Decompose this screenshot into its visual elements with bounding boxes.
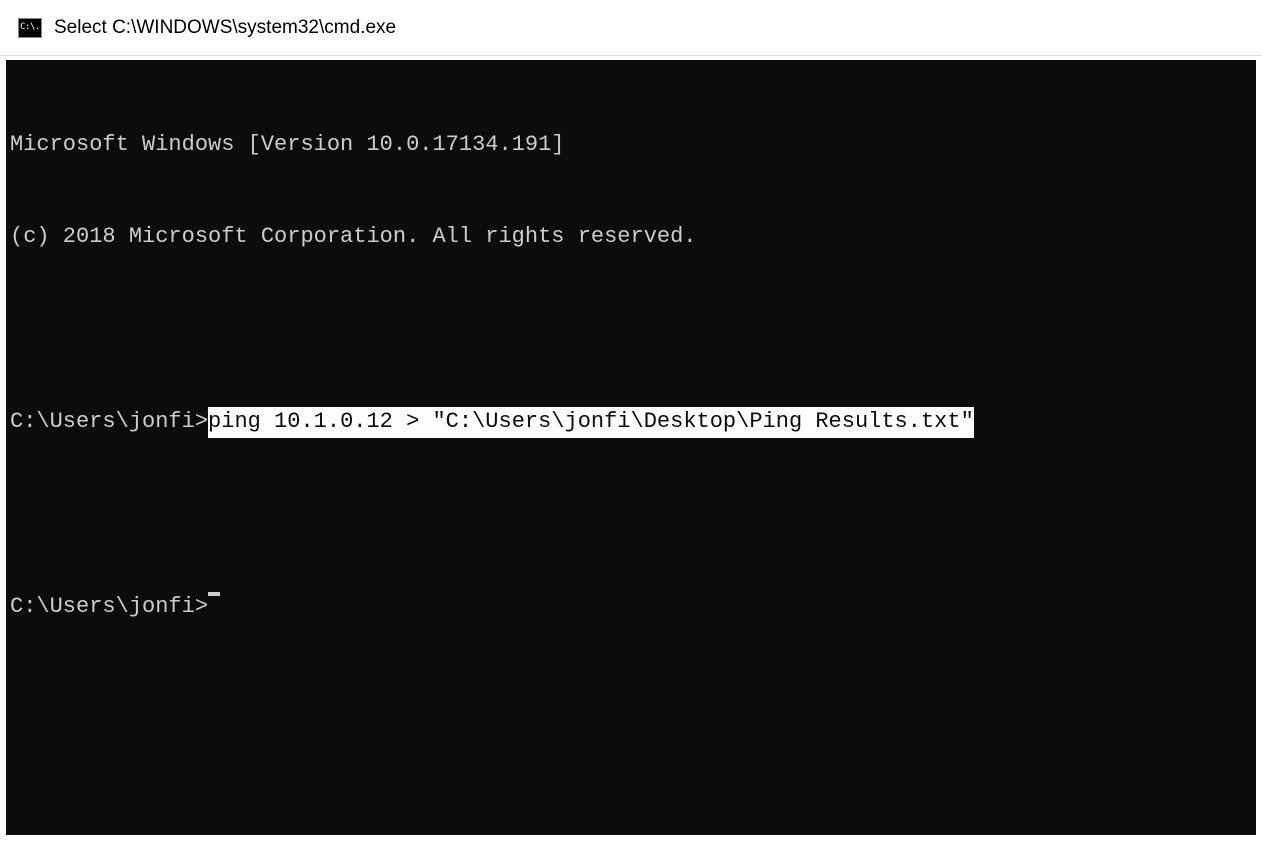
terminal-area[interactable]: Microsoft Windows [Version 10.0.17134.19… xyxy=(0,56,1262,841)
banner-line-2: (c) 2018 Microsoft Corporation. All righ… xyxy=(10,222,1252,253)
cmd-window: C:\. Select C:\WINDOWS\system32\cmd.exe … xyxy=(0,0,1262,841)
prompt-2-path: C:\Users\jonfi> xyxy=(10,592,208,623)
title-bar[interactable]: C:\. Select C:\WINDOWS\system32\cmd.exe xyxy=(0,0,1262,56)
prompt-1-command-selected[interactable]: ping 10.1.0.12 > "C:\Users\jonfi\Desktop… xyxy=(208,407,974,438)
window-title: Select C:\WINDOWS\system32\cmd.exe xyxy=(54,17,396,39)
banner-line-1: Microsoft Windows [Version 10.0.17134.19… xyxy=(10,130,1252,161)
prompt-1-path: C:\Users\jonfi> xyxy=(10,407,208,438)
cmd-icon-text: C:\. xyxy=(20,23,40,32)
cursor xyxy=(208,592,220,596)
prompt-line-1: C:\Users\jonfi>ping 10.1.0.12 > "C:\User… xyxy=(10,407,1252,438)
prompt-line-2: C:\Users\jonfi> xyxy=(10,592,1252,623)
blank-line xyxy=(10,314,1252,345)
cmd-icon: C:\. xyxy=(18,18,42,38)
blank-line-2 xyxy=(10,499,1252,530)
